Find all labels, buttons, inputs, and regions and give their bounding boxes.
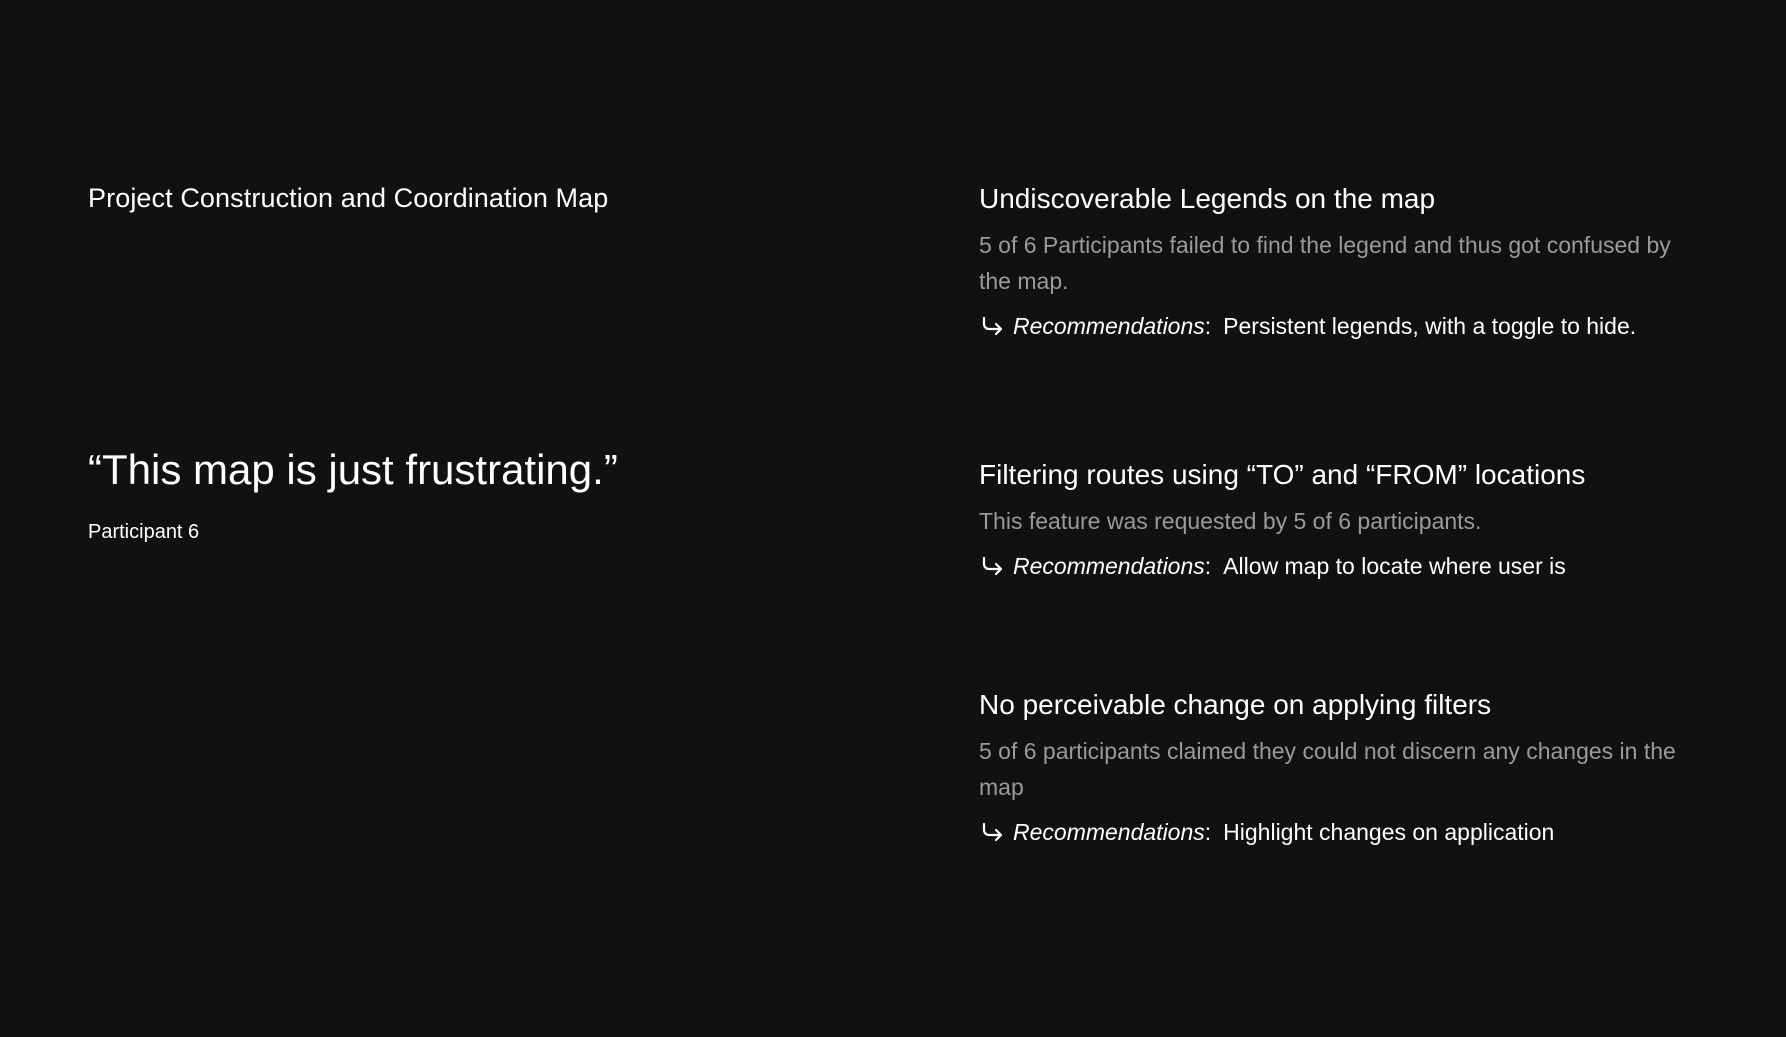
recommendation: Recommendations: Highlight changes on ap… [979, 813, 1719, 851]
finding-filters-change: No perceivable change on applying filter… [979, 687, 1719, 851]
recommendation-separator: : [1204, 553, 1212, 579]
recommendation-separator: : [1204, 819, 1212, 845]
return-arrow-icon [979, 553, 1005, 579]
return-arrow-icon [979, 313, 1005, 339]
recommendation-text: Persistent legends, with a toggle to hid… [1223, 313, 1637, 339]
finding-title: Undiscoverable Legends on the map [979, 183, 1436, 214]
page-title: Project Construction and Coordination Ma… [88, 183, 609, 213]
recommendation-label: Recommendations [1013, 313, 1205, 339]
quote-attribution: Participant 6 [88, 521, 200, 543]
finding-title: Filtering routes using “TO” and “FROM” l… [979, 459, 1586, 490]
recommendation-label: Recommendations [1013, 553, 1205, 579]
recommendation: Recommendations: Allow map to locate whe… [979, 547, 1719, 585]
finding-legends: Undiscoverable Legends on the map 5 of 6… [979, 181, 1719, 345]
recommendation-separator: : [1204, 313, 1212, 339]
finding-description: This feature was requested by 5 of 6 par… [979, 508, 1482, 534]
finding-description: 5 of 6 Participants failed to find the l… [979, 232, 1671, 294]
recommendation: Recommendations: Persistent legends, wit… [979, 307, 1719, 345]
recommendation-text: Highlight changes on application [1223, 819, 1555, 845]
finding-title: No perceivable change on applying filter… [979, 689, 1492, 720]
participant-quote: “This map is just frustrating.” [88, 446, 618, 493]
finding-description: 5 of 6 participants claimed they could n… [979, 738, 1676, 800]
return-arrow-icon [979, 819, 1005, 845]
finding-filtering-routes: Filtering routes using “TO” and “FROM” l… [979, 457, 1719, 585]
recommendation-text: Allow map to locate where user is [1223, 553, 1566, 579]
recommendation-label: Recommendations [1013, 819, 1205, 845]
